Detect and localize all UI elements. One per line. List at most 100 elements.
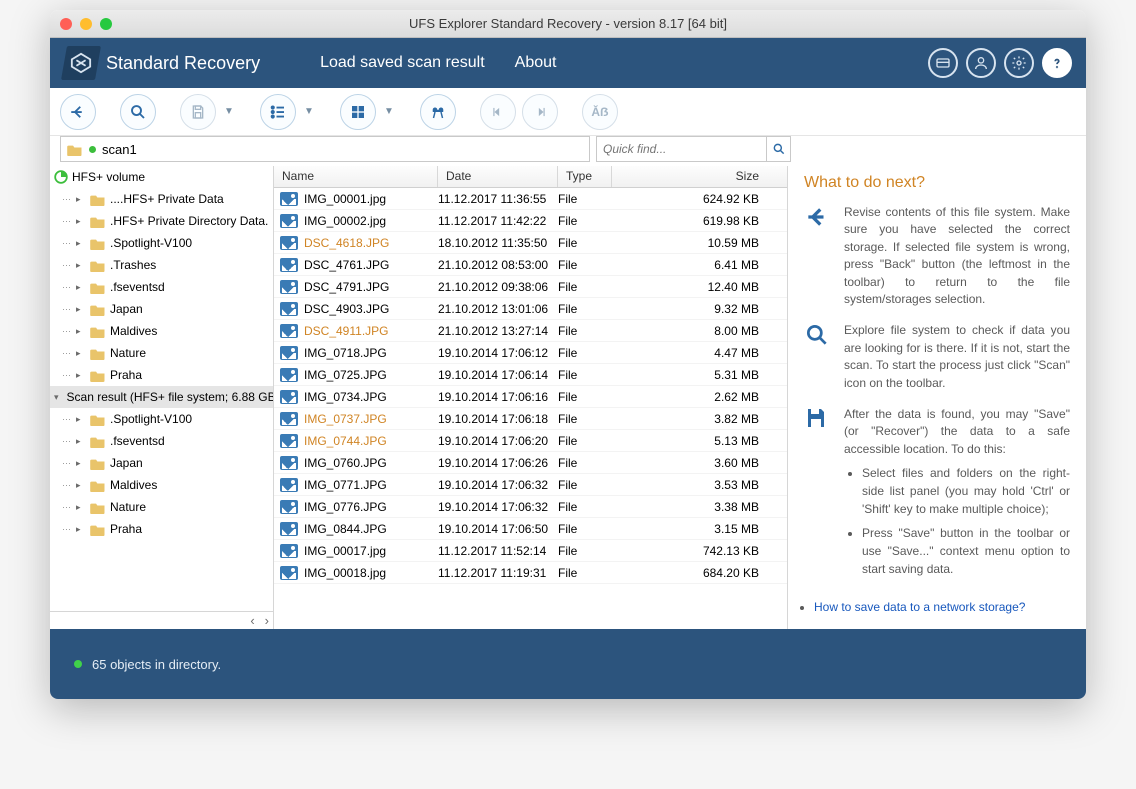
file-row[interactable]: DSC_4911.JPG 21.10.2012 13:27:14 File 8.…: [274, 320, 787, 342]
tree-folder[interactable]: ⋯▸.fseventsd: [50, 276, 273, 298]
tree-folder[interactable]: ⋯▸.Spotlight-V100: [50, 408, 273, 430]
col-header-size[interactable]: Size: [612, 166, 787, 187]
app-header: Standard Recovery Load saved scan result…: [50, 38, 1086, 88]
tree-volume-root[interactable]: HFS+ volume: [50, 166, 273, 188]
view-mode-dropdown[interactable]: ▼: [382, 106, 396, 117]
account-icon[interactable]: [966, 48, 996, 78]
image-file-icon: [280, 434, 298, 448]
file-row[interactable]: IMG_0776.JPG 19.10.2014 17:06:32 File 3.…: [274, 496, 787, 518]
tree-folder[interactable]: ⋯▸.HFS+ Private Directory Data.: [50, 210, 273, 232]
file-row[interactable]: IMG_00002.jpg 11.12.2017 11:42:22 File 6…: [274, 210, 787, 232]
find-button[interactable]: [420, 94, 456, 130]
status-indicator-icon: [74, 660, 82, 668]
scan-button[interactable]: [120, 94, 156, 130]
file-row[interactable]: IMG_00017.jpg 11.12.2017 11:52:14 File 7…: [274, 540, 787, 562]
file-row[interactable]: IMG_0844.JPG 19.10.2014 17:06:50 File 3.…: [274, 518, 787, 540]
app-logo-mark: [61, 46, 101, 80]
case-button[interactable]: Ăẞ: [582, 94, 618, 130]
image-file-icon: [280, 236, 298, 250]
status-dot-icon: [89, 146, 96, 153]
status-text: 65 objects in directory.: [92, 657, 221, 672]
next-button[interactable]: [522, 94, 558, 130]
file-row[interactable]: DSC_4791.JPG 21.10.2012 09:38:06 File 12…: [274, 276, 787, 298]
path-bar: scan1: [50, 136, 1086, 166]
view-mode-button[interactable]: [340, 94, 376, 130]
quick-find-button[interactable]: [766, 137, 790, 161]
menu-about[interactable]: About: [515, 54, 557, 72]
list-options-dropdown[interactable]: ▼: [302, 106, 316, 117]
help-icon[interactable]: [1042, 48, 1072, 78]
tree-folder[interactable]: ⋯▸.Trashes: [50, 254, 273, 276]
image-file-icon: [280, 500, 298, 514]
folder-icon: [67, 143, 83, 156]
app-header-actions: [928, 48, 1072, 78]
file-row[interactable]: IMG_0744.JPG 19.10.2014 17:06:20 File 5.…: [274, 430, 787, 452]
image-file-icon: [280, 456, 298, 470]
tree-folder[interactable]: ⋯▸Maldives: [50, 474, 273, 496]
prev-button[interactable]: [480, 94, 516, 130]
image-file-icon: [280, 214, 298, 228]
file-row[interactable]: IMG_0737.JPG 19.10.2014 17:06:18 File 3.…: [274, 408, 787, 430]
tree-folder[interactable]: ⋯▸Japan: [50, 452, 273, 474]
save-dropdown[interactable]: ▼: [222, 106, 236, 117]
back-arrow-icon: [804, 204, 832, 308]
col-header-date[interactable]: Date: [438, 166, 558, 187]
file-row[interactable]: IMG_00001.jpg 11.12.2017 11:36:55 File 6…: [274, 188, 787, 210]
menu-load-scan[interactable]: Load saved scan result: [320, 54, 485, 72]
tree-folder[interactable]: ⋯▸Nature: [50, 496, 273, 518]
file-list: IMG_00001.jpg 11.12.2017 11:36:55 File 6…: [274, 188, 787, 629]
license-icon[interactable]: [928, 48, 958, 78]
tree-hscroll[interactable]: ‹›: [50, 611, 273, 629]
list-options-button[interactable]: [260, 94, 296, 130]
folder-tree: HFS+ volume⋯▸....HFS+ Private Data⋯▸.HFS…: [50, 166, 274, 629]
path-field[interactable]: scan1: [60, 136, 590, 162]
app-window: UFS Explorer Standard Recovery - version…: [50, 10, 1086, 699]
help-link-network[interactable]: How to save data to a network storage?: [814, 600, 1025, 614]
file-row[interactable]: DSC_4761.JPG 21.10.2012 08:53:00 File 6.…: [274, 254, 787, 276]
image-file-icon: [280, 368, 298, 382]
image-file-icon: [280, 302, 298, 316]
app-menu: Load saved scan result About: [320, 54, 556, 72]
tree-folder[interactable]: ⋯▸Praha: [50, 364, 273, 386]
file-row[interactable]: IMG_0734.JPG 19.10.2014 17:06:16 File 2.…: [274, 386, 787, 408]
file-row[interactable]: IMG_00018.jpg 11.12.2017 11:19:31 File 6…: [274, 562, 787, 584]
settings-icon[interactable]: [1004, 48, 1034, 78]
app-logo: Standard Recovery: [64, 46, 260, 80]
tree-folder[interactable]: ⋯▸.Spotlight-V100: [50, 232, 273, 254]
titlebar: UFS Explorer Standard Recovery - version…: [50, 10, 1086, 38]
file-list-header: Name Date Type Size: [274, 166, 787, 188]
quick-find-input[interactable]: [597, 142, 766, 156]
tree-folder[interactable]: ⋯▸....HFS+ Private Data: [50, 188, 273, 210]
help-li2: Press "Save" button in the toolbar or us…: [862, 524, 1070, 578]
image-file-icon: [280, 192, 298, 206]
tree-scan-result[interactable]: ▾Scan result (HFS+ file system; 6.88 GB): [50, 386, 273, 408]
file-row[interactable]: IMG_0718.JPG 19.10.2014 17:06:12 File 4.…: [274, 342, 787, 364]
file-list-pane: Name Date Type Size IMG_00001.jpg 11.12.…: [274, 166, 788, 629]
help-p3: After the data is found, you may "Save" …: [844, 406, 1070, 458]
save-button[interactable]: [180, 94, 216, 130]
tree-folder[interactable]: ⋯▸Maldives: [50, 320, 273, 342]
save-disk-icon: [804, 406, 832, 584]
col-header-name[interactable]: Name: [274, 166, 438, 187]
tree-folder[interactable]: ⋯▸Praha: [50, 518, 273, 540]
back-button[interactable]: [60, 94, 96, 130]
image-file-icon: [280, 346, 298, 360]
file-row[interactable]: IMG_0771.JPG 19.10.2014 17:06:32 File 3.…: [274, 474, 787, 496]
image-file-icon: [280, 258, 298, 272]
file-row[interactable]: DSC_4903.JPG 21.10.2012 13:01:06 File 9.…: [274, 298, 787, 320]
image-file-icon: [280, 478, 298, 492]
file-row[interactable]: IMG_0760.JPG 19.10.2014 17:06:26 File 3.…: [274, 452, 787, 474]
help-p1: Revise contents of this file system. Mak…: [844, 204, 1070, 308]
image-file-icon: [280, 280, 298, 294]
file-row[interactable]: IMG_0725.JPG 19.10.2014 17:06:14 File 5.…: [274, 364, 787, 386]
col-header-type[interactable]: Type: [558, 166, 612, 187]
tree-folder[interactable]: ⋯▸Japan: [50, 298, 273, 320]
image-file-icon: [280, 324, 298, 338]
file-row[interactable]: DSC_4618.JPG 18.10.2012 11:35:50 File 10…: [274, 232, 787, 254]
tree-folder[interactable]: ⋯▸Nature: [50, 342, 273, 364]
image-file-icon: [280, 544, 298, 558]
help-p2: Explore file system to check if data you…: [844, 322, 1070, 392]
tree-folder[interactable]: ⋯▸.fseventsd: [50, 430, 273, 452]
path-value: scan1: [102, 142, 137, 157]
help-li1: Select files and folders on the right-si…: [862, 464, 1070, 518]
